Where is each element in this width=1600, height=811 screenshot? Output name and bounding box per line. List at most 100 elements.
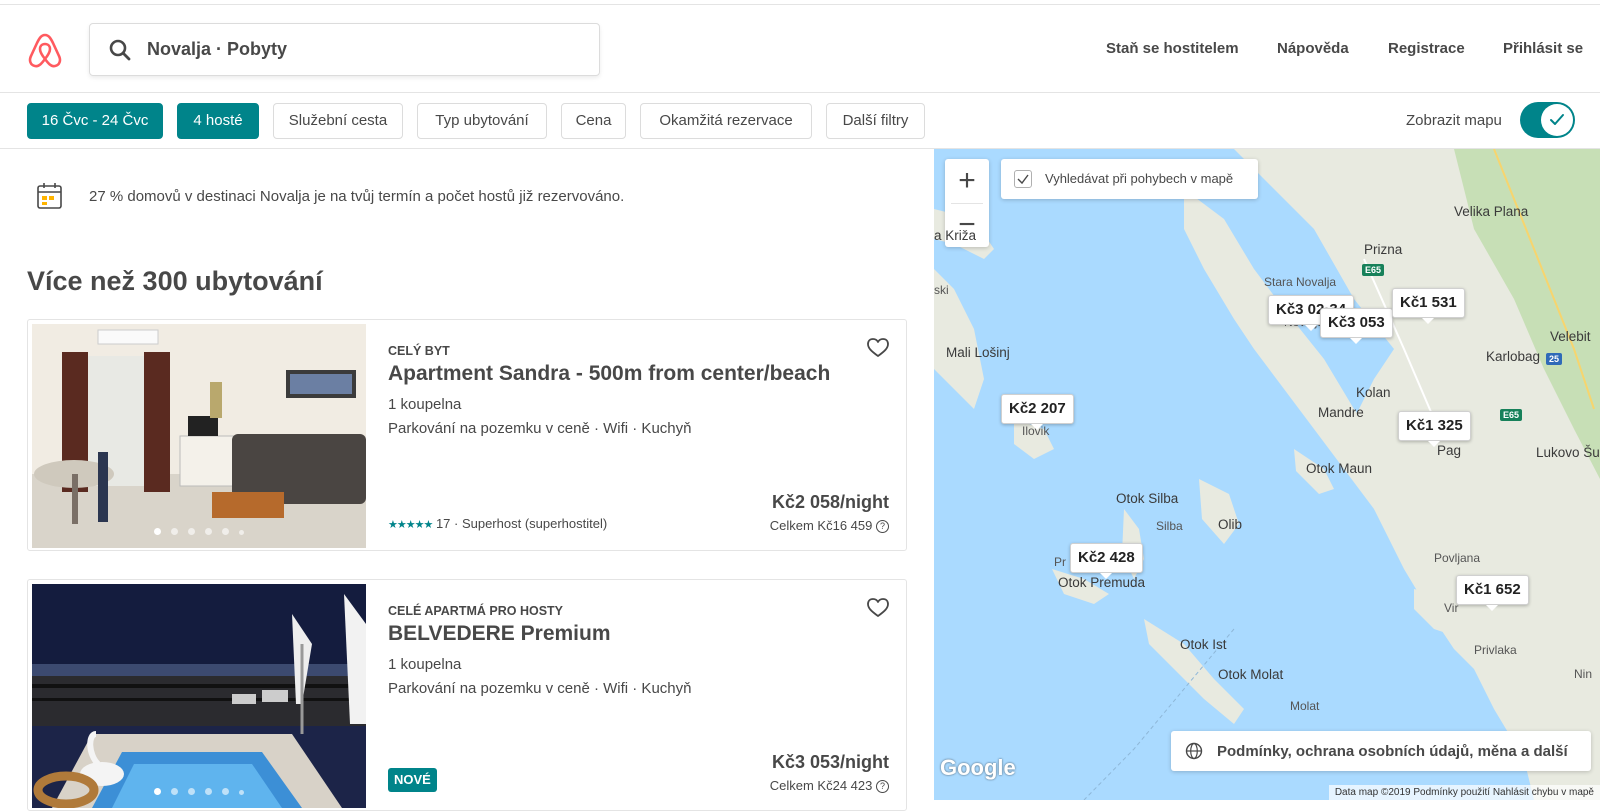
listing-title[interactable]: Apartment Sandra - 500m from center/beac… xyxy=(388,362,830,386)
search-input[interactable]: Novalja · Pobyty xyxy=(89,23,600,76)
nav-help[interactable]: Nápověda xyxy=(1277,40,1349,57)
map-label: Otok Maun xyxy=(1306,461,1373,476)
map-attribution[interactable]: Data map ©2019 Podmínky použití Nahlásit… xyxy=(1328,785,1600,800)
heart-icon[interactable] xyxy=(867,598,889,618)
filter-price[interactable]: Cena xyxy=(561,103,626,139)
listing-total-text: Celkem Kč24 423 xyxy=(769,778,873,793)
question-icon[interactable]: ? xyxy=(876,520,889,533)
listing-photo[interactable] xyxy=(32,584,366,808)
results-title: Více než 300 ubytování xyxy=(27,266,323,296)
carousel-dot[interactable] xyxy=(205,528,212,535)
listing-title[interactable]: BELVEDERE Premium xyxy=(388,622,611,646)
listing-total-text: Celkem Kč16 459 xyxy=(769,518,873,533)
calendar-icon xyxy=(37,183,62,209)
map-price-pin[interactable]: Kč2 207 xyxy=(1001,394,1074,430)
map[interactable]: + − Vyhledávat při pohybech v mapě Velik… xyxy=(934,149,1600,800)
listing-card[interactable]: Celé apartmá pro hosty BELVEDERE Premium… xyxy=(27,579,907,811)
filter-dates[interactable]: 16 Čvc - 24 Čvc xyxy=(27,103,163,139)
road-label: E65 xyxy=(1500,409,1523,421)
listing-amenities: Parkování na pozemku v ceně · Wifi · Kuc… xyxy=(388,420,692,437)
checkmark-icon xyxy=(1550,114,1564,125)
carousel-dot[interactable] xyxy=(171,788,178,795)
map-label: ski xyxy=(934,283,949,297)
search-on-move-checkbox[interactable] xyxy=(1014,170,1032,188)
map-price-pin[interactable]: Kč1 325 xyxy=(1398,411,1471,447)
carousel-dot[interactable] xyxy=(171,528,178,535)
listing-type: Celé apartmá pro hosty xyxy=(388,604,564,618)
terms-button[interactable]: Podmínky, ochrana osobních údajů, měna a… xyxy=(1171,731,1591,771)
search-icon xyxy=(109,39,131,61)
search-value: Novalja · Pobyty xyxy=(147,39,288,59)
map-label: Stara Novalja xyxy=(1264,275,1337,289)
listing-baths: 1 koupelna xyxy=(388,396,462,413)
question-icon[interactable]: ? xyxy=(876,780,889,793)
road-label: E65 xyxy=(1362,264,1385,276)
map-price-pin[interactable]: Kč1 531 xyxy=(1392,288,1465,324)
availability-notice: 27 % domovů v destinaci Novalja je na tv… xyxy=(89,188,625,205)
carousel-dot[interactable] xyxy=(188,788,195,795)
carousel-dot[interactable] xyxy=(188,528,195,535)
filter-home-type[interactable]: Typ ubytování xyxy=(417,103,547,139)
map-label: Nin xyxy=(1574,667,1593,681)
new-badge: NOVÉ xyxy=(388,768,437,792)
carousel-dot[interactable] xyxy=(222,528,229,535)
map-label: Pag xyxy=(1437,443,1462,458)
map-toggle-label: Zobrazit mapu xyxy=(1406,112,1502,129)
map-label: Silba xyxy=(1156,519,1183,533)
map-label: Olib xyxy=(1218,517,1243,532)
listing-baths: 1 koupelna xyxy=(388,656,462,673)
map-label: Otok Molat xyxy=(1218,667,1284,682)
map-price-pin[interactable]: Kč1 652 xyxy=(1456,575,1529,611)
photo-carousel-dots xyxy=(32,782,366,800)
map-label: Molat xyxy=(1290,699,1320,713)
map-label: Karlobag xyxy=(1486,349,1541,364)
listing-price: Kč3 053/night xyxy=(771,752,889,772)
zoom-in-button[interactable]: + xyxy=(945,159,989,203)
header: Novalja · Pobyty Staň se hostitelem Nápo… xyxy=(0,5,1600,93)
map-label: Otok Silba xyxy=(1116,491,1179,506)
listing-photo-image xyxy=(32,584,366,808)
road-label: 25 xyxy=(1546,353,1563,365)
map-toggle[interactable] xyxy=(1520,102,1575,138)
filter-guests[interactable]: 4 hosté xyxy=(177,103,259,139)
carousel-dot[interactable] xyxy=(205,788,212,795)
carousel-dot[interactable] xyxy=(154,788,161,795)
map-label: Kolan xyxy=(1356,385,1391,400)
filter-business-trip[interactable]: Služební cesta xyxy=(273,103,403,139)
terms-label: Podmínky, ochrana osobních údajů, měna a… xyxy=(1217,743,1568,760)
rating-text: 17 · Superhost (superhostitel) xyxy=(435,516,608,531)
toggle-knob xyxy=(1541,104,1573,136)
map-label: Mali Lošinj xyxy=(946,345,1010,360)
globe-icon xyxy=(1185,742,1203,760)
map-label: Prizna xyxy=(1364,242,1403,257)
nav-sign-up[interactable]: Registrace xyxy=(1388,40,1465,57)
map-label: Otok Ist xyxy=(1180,637,1227,652)
search-on-move[interactable]: Vyhledávat při pohybech v mapě xyxy=(1001,159,1258,199)
airbnb-logo-icon[interactable] xyxy=(27,31,63,69)
map-label: Lukovo Šugarje xyxy=(1536,445,1600,460)
map-label: Mandre xyxy=(1318,405,1364,420)
map-price-pin[interactable]: Kč2 428 xyxy=(1070,543,1143,579)
filter-instant-book[interactable]: Okamžitá rezervace xyxy=(640,103,812,139)
map-label: Pr xyxy=(1054,555,1066,569)
carousel-dot[interactable] xyxy=(239,790,244,795)
map-background xyxy=(934,149,1600,800)
nav-log-in[interactable]: Přihlásit se xyxy=(1503,40,1583,57)
map-price-pin[interactable]: Kč3 053 xyxy=(1320,308,1393,344)
carousel-dot[interactable] xyxy=(239,530,244,535)
checkmark-icon xyxy=(1017,174,1029,185)
listing-total: Celkem Kč16 459 ? xyxy=(770,518,889,533)
heart-icon[interactable] xyxy=(867,338,889,358)
listing-price: Kč2 058/night xyxy=(771,492,889,512)
listing-type: Celý byt xyxy=(388,344,450,358)
filter-more[interactable]: Další filtry xyxy=(826,103,925,139)
filter-bar: 16 Čvc - 24 Čvc 4 hosté Služební cesta T… xyxy=(0,94,1600,149)
carousel-dot[interactable] xyxy=(154,528,161,535)
star-rating-icon: ★★★★★ xyxy=(388,519,433,531)
google-logo[interactable]: Google xyxy=(940,755,1016,781)
carousel-dot[interactable] xyxy=(222,788,229,795)
nav-become-host[interactable]: Staň se hostitelem xyxy=(1106,40,1239,57)
listing-photo[interactable] xyxy=(32,324,366,548)
listing-amenities: Parkování na pozemku v ceně · Wifi · Kuc… xyxy=(388,680,692,697)
listing-card[interactable]: Celý byt Apartment Sandra - 500m from ce… xyxy=(27,319,907,551)
